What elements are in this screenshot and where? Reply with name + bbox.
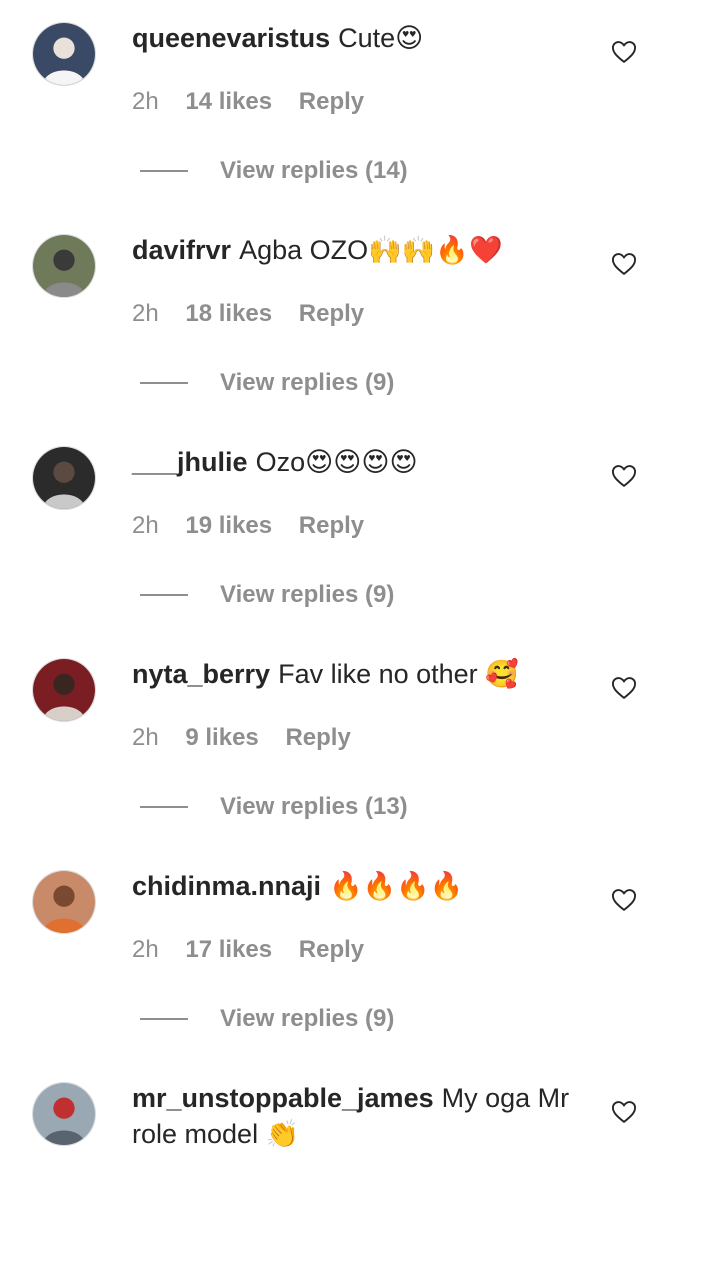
reply-button[interactable]: Reply bbox=[299, 512, 364, 539]
comment-body: Agba OZO🙌🙌🔥❤️ bbox=[239, 235, 503, 265]
view-replies-button[interactable]: View replies (13) bbox=[140, 791, 408, 823]
username-link[interactable]: nyta_berry bbox=[132, 659, 270, 689]
comment-item: mr_unstoppable_james My oga Mr role model… bbox=[0, 1060, 720, 1272]
comment-meta: 2h 9 likes Reply bbox=[132, 722, 371, 754]
username-link[interactable]: ___jhulie bbox=[132, 447, 248, 477]
heart-outline-icon[interactable] bbox=[610, 462, 638, 490]
reply-button[interactable]: Reply bbox=[299, 300, 364, 327]
view-replies-button[interactable]: View replies (14) bbox=[140, 155, 408, 187]
comment-text-block: davifrvr Agba OZO🙌🙌🔥❤️ bbox=[132, 232, 572, 268]
heart-outline-icon[interactable] bbox=[610, 674, 638, 702]
avatar-image bbox=[33, 659, 95, 721]
comment-body: Cute😍 bbox=[338, 23, 424, 53]
comment-meta: 2h 19 likes Reply bbox=[132, 510, 384, 542]
comment-meta: 2h 17 likes Reply bbox=[132, 934, 384, 966]
avatar[interactable] bbox=[32, 1082, 96, 1146]
username-link[interactable]: davifrvr bbox=[132, 235, 231, 265]
comment-time: 2h bbox=[132, 300, 159, 327]
comment-time: 2h bbox=[132, 88, 159, 115]
comment-body: Fav like no other 🥰 bbox=[278, 659, 519, 689]
username-link[interactable]: queenevaristus bbox=[132, 23, 330, 53]
reply-button[interactable]: Reply bbox=[285, 724, 350, 751]
comment-time: 2h bbox=[132, 936, 159, 963]
view-replies-label[interactable]: View replies (13) bbox=[220, 793, 408, 821]
heart-outline-icon[interactable] bbox=[610, 250, 638, 278]
view-replies-divider bbox=[140, 806, 188, 808]
view-replies-label[interactable]: View replies (9) bbox=[220, 369, 394, 397]
likes-count[interactable]: 19 likes bbox=[185, 512, 272, 539]
comment-item: davifrvr Agba OZO🙌🙌🔥❤️ 2h 18 likes Reply … bbox=[0, 212, 720, 424]
comment-text-block: nyta_berry Fav like no other 🥰 bbox=[132, 656, 572, 692]
comment-time: 2h bbox=[132, 512, 159, 539]
likes-count[interactable]: 9 likes bbox=[185, 724, 258, 751]
view-replies-label[interactable]: View replies (14) bbox=[220, 157, 408, 185]
username-link[interactable]: chidinma.nnaji bbox=[132, 871, 321, 901]
view-replies-button[interactable]: View replies (9) bbox=[140, 367, 394, 399]
view-replies-divider bbox=[140, 382, 188, 384]
view-replies-divider bbox=[140, 170, 188, 172]
comment-body: 🔥🔥🔥🔥 bbox=[329, 871, 464, 901]
view-replies-label[interactable]: View replies (9) bbox=[220, 581, 394, 609]
reply-button[interactable]: Reply bbox=[299, 88, 364, 115]
avatar-image bbox=[33, 235, 95, 297]
avatar[interactable] bbox=[32, 870, 96, 934]
comment-item: ___jhulie Ozo😍😍😍😍 2h 19 likes Reply View … bbox=[0, 424, 720, 636]
likes-count[interactable]: 18 likes bbox=[185, 300, 272, 327]
comment-item: queenevaristus Cute😍 2h 14 likes Reply Vi… bbox=[0, 0, 720, 212]
avatar-image bbox=[33, 23, 95, 85]
comment-item: chidinma.nnaji 🔥🔥🔥🔥 2h 17 likes Reply Vie… bbox=[0, 848, 720, 1060]
view-replies-button[interactable]: View replies (9) bbox=[140, 579, 394, 611]
likes-count[interactable]: 17 likes bbox=[185, 936, 272, 963]
avatar[interactable] bbox=[32, 234, 96, 298]
comment-text-block: ___jhulie Ozo😍😍😍😍 bbox=[132, 444, 572, 480]
avatar-image bbox=[33, 871, 95, 933]
heart-outline-icon[interactable] bbox=[610, 1098, 638, 1126]
heart-outline-icon[interactable] bbox=[610, 38, 638, 66]
comment-body: Ozo😍😍😍😍 bbox=[255, 447, 418, 477]
view-replies-label[interactable]: View replies (9) bbox=[220, 1005, 394, 1033]
reply-button[interactable]: Reply bbox=[299, 936, 364, 963]
heart-outline-icon[interactable] bbox=[610, 886, 638, 914]
view-replies-button[interactable]: View replies (9) bbox=[140, 1003, 394, 1035]
view-replies-divider bbox=[140, 1018, 188, 1020]
comment-item: nyta_berry Fav like no other 🥰 2h 9 likes… bbox=[0, 636, 720, 848]
view-replies-divider bbox=[140, 594, 188, 596]
avatar[interactable] bbox=[32, 22, 96, 86]
avatar[interactable] bbox=[32, 658, 96, 722]
comment-text-block: mr_unstoppable_james My oga Mr role model… bbox=[132, 1080, 572, 1152]
comment-time: 2h bbox=[132, 724, 159, 751]
comment-meta: 2h 14 likes Reply bbox=[132, 86, 384, 118]
comment-text-block: queenevaristus Cute😍 bbox=[132, 20, 572, 56]
avatar[interactable] bbox=[32, 446, 96, 510]
comment-meta: 2h 18 likes Reply bbox=[132, 298, 384, 330]
username-link[interactable]: mr_unstoppable_james bbox=[132, 1083, 434, 1113]
avatar-image bbox=[33, 1083, 95, 1145]
avatar-image bbox=[33, 447, 95, 509]
comment-text-block: chidinma.nnaji 🔥🔥🔥🔥 bbox=[132, 868, 572, 904]
likes-count[interactable]: 14 likes bbox=[185, 88, 272, 115]
